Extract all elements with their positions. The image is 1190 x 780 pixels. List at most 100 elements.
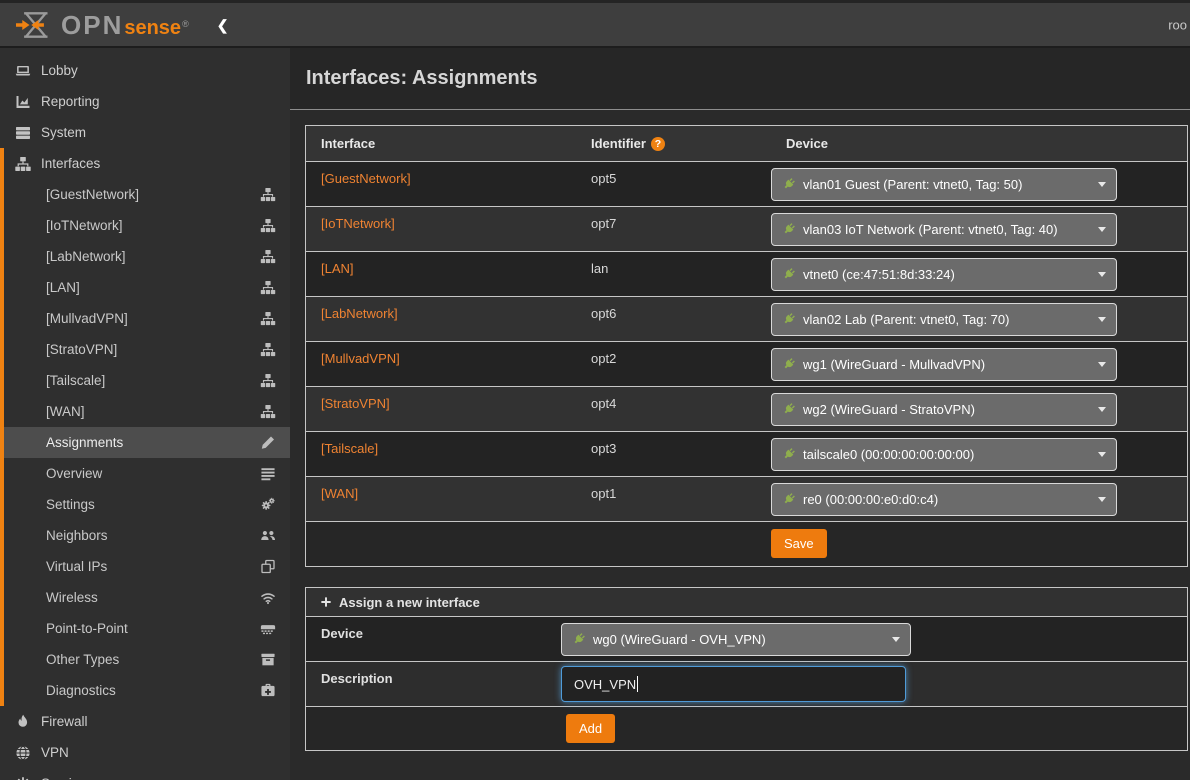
caret-down-icon bbox=[1098, 452, 1106, 457]
sidebar-item-overview[interactable]: Overview bbox=[0, 458, 290, 489]
sidebar-item-wireless[interactable]: Wireless bbox=[0, 582, 290, 613]
identifier-value: opt1 bbox=[576, 477, 771, 501]
device-select[interactable]: tailscale0 (00:00:00:00:00:00) bbox=[771, 438, 1117, 471]
page-header: Interfaces: Assignments bbox=[290, 48, 1190, 110]
sidebar-item-wan[interactable]: [WAN] bbox=[0, 396, 290, 427]
sidebar-item-labnetwork[interactable]: [LabNetwork] bbox=[0, 241, 290, 272]
sidebar-item-system[interactable]: System bbox=[0, 117, 290, 148]
gear-icon bbox=[14, 776, 32, 780]
sidebar-item-lobby[interactable]: Lobby bbox=[0, 55, 290, 86]
device-select[interactable]: wg2 (WireGuard - StratoVPN) bbox=[771, 393, 1117, 426]
sidebar-nav: Lobby Reporting System Interfaces [Guest… bbox=[0, 48, 290, 780]
interface-link[interactable]: [IoTNetwork] bbox=[321, 216, 395, 231]
description-label: Description bbox=[306, 662, 561, 686]
navbar-username[interactable]: roo bbox=[1168, 17, 1187, 32]
sidebar-item-diagnostics[interactable]: Diagnostics bbox=[0, 675, 290, 706]
caret-down-icon bbox=[1098, 182, 1106, 187]
description-input[interactable]: OVH_VPN bbox=[561, 666, 906, 702]
sitemap-icon bbox=[260, 342, 276, 357]
fire-icon bbox=[14, 714, 32, 730]
plug-icon bbox=[782, 312, 796, 326]
caret-down-icon bbox=[1098, 407, 1106, 412]
sidebar-item-settings[interactable]: Settings bbox=[0, 489, 290, 520]
globe-icon bbox=[14, 745, 32, 761]
sidebar-item-mullvadvpn[interactable]: [MullvadVPN] bbox=[0, 303, 290, 334]
sidebar-item-virtual-ips[interactable]: Virtual IPs bbox=[0, 551, 290, 582]
add-button[interactable]: Add bbox=[566, 714, 615, 743]
save-button[interactable]: Save bbox=[771, 529, 827, 558]
table-row: [LAN] lan vtnet0 (ce:47:51:8d:33:24) bbox=[306, 251, 1187, 296]
sitemap-icon bbox=[260, 218, 276, 233]
sidebar-item-lan[interactable]: [LAN] bbox=[0, 272, 290, 303]
interface-link[interactable]: [LAN] bbox=[321, 261, 354, 276]
opnsense-logo[interactable]: OPNsense® bbox=[0, 9, 189, 41]
help-icon[interactable]: ? bbox=[651, 137, 665, 151]
sidebar-item-iotnetwork[interactable]: [IoTNetwork] bbox=[0, 210, 290, 241]
clone-icon bbox=[260, 559, 276, 574]
plug-icon bbox=[782, 177, 796, 191]
identifier-value: opt3 bbox=[576, 432, 771, 456]
assign-new-interface-panel: Assign a new interface Device wg0 (WireG… bbox=[305, 587, 1188, 751]
plug-icon bbox=[572, 632, 586, 646]
device-select[interactable]: re0 (00:00:00:e0:d0:c4) bbox=[771, 483, 1117, 516]
sitemap-icon bbox=[260, 311, 276, 326]
sidebar-item-neighbors[interactable]: Neighbors bbox=[0, 520, 290, 551]
wifi-icon bbox=[260, 590, 276, 605]
sidebar-item-reporting[interactable]: Reporting bbox=[0, 86, 290, 117]
new-device-select[interactable]: wg0 (WireGuard - OVH_VPN) bbox=[561, 623, 911, 656]
table-row: [IoTNetwork] opt7 vlan03 IoT Network (Pa… bbox=[306, 206, 1187, 251]
identifier-value: opt4 bbox=[576, 387, 771, 411]
identifier-value: opt2 bbox=[576, 342, 771, 366]
device-select-value: vtnet0 (ce:47:51:8d:33:24) bbox=[803, 267, 955, 282]
device-select-value: vlan03 IoT Network (Parent: vtnet0, Tag:… bbox=[803, 222, 1058, 237]
text-cursor bbox=[637, 676, 638, 692]
sidebar-item-tailscale[interactable]: [Tailscale] bbox=[0, 365, 290, 396]
assign-panel-title: Assign a new interface bbox=[339, 595, 480, 610]
interface-link[interactable]: [LabNetwork] bbox=[321, 306, 398, 321]
interface-link[interactable]: [Tailscale] bbox=[321, 441, 378, 456]
table-row: [GuestNetwork] opt5 vlan01 Guest (Parent… bbox=[306, 161, 1187, 206]
device-select-value: re0 (00:00:00:e0:d0:c4) bbox=[803, 492, 938, 507]
laptop-icon bbox=[14, 63, 32, 79]
sidebar-item-assignments[interactable]: Assignments bbox=[0, 427, 290, 458]
column-header-interface: Interface bbox=[306, 136, 576, 151]
sidebar-item-label: Reporting bbox=[41, 94, 100, 109]
device-select[interactable]: wg1 (WireGuard - MullvadVPN) bbox=[771, 348, 1117, 381]
interface-link[interactable]: [WAN] bbox=[321, 486, 358, 501]
device-select[interactable]: vlan01 Guest (Parent: vtnet0, Tag: 50) bbox=[771, 168, 1117, 201]
caret-down-icon bbox=[1098, 362, 1106, 367]
sidebar-item-vpn[interactable]: VPN bbox=[0, 737, 290, 768]
page-title: Interfaces: Assignments bbox=[306, 67, 538, 90]
caret-down-icon bbox=[892, 637, 900, 642]
identifier-value: opt5 bbox=[576, 162, 771, 186]
sidebar-item-stratovpn[interactable]: [StratoVPN] bbox=[0, 334, 290, 365]
plus-icon bbox=[320, 596, 332, 608]
plug-icon bbox=[782, 357, 796, 371]
sidebar-item-services[interactable]: Services bbox=[0, 768, 290, 780]
device-select[interactable]: vlan02 Lab (Parent: vtnet0, Tag: 70) bbox=[771, 303, 1117, 336]
brand-text: OPNsense® bbox=[61, 12, 189, 38]
interface-link[interactable]: [MullvadVPN] bbox=[321, 351, 400, 366]
registered-mark: ® bbox=[182, 19, 189, 29]
sidebar-item-firewall[interactable]: Firewall bbox=[0, 706, 290, 737]
identifier-value: lan bbox=[576, 252, 771, 276]
assignments-table: Interface Identifier ? Device [GuestNetw… bbox=[305, 125, 1188, 567]
sidebar-item-point-to-point[interactable]: Point-to-Point bbox=[0, 613, 290, 644]
caret-down-icon bbox=[1098, 272, 1106, 277]
device-select[interactable]: vtnet0 (ce:47:51:8d:33:24) bbox=[771, 258, 1117, 291]
device-select-value: wg2 (WireGuard - StratoVPN) bbox=[803, 402, 975, 417]
top-navbar: OPNsense® ❮ roo bbox=[0, 0, 1190, 48]
save-row: Save bbox=[306, 521, 1187, 566]
interface-link[interactable]: [GuestNetwork] bbox=[321, 171, 411, 186]
device-select[interactable]: vlan03 IoT Network (Parent: vtnet0, Tag:… bbox=[771, 213, 1117, 246]
assign-panel-header: Assign a new interface bbox=[306, 588, 1187, 616]
plug-icon bbox=[782, 222, 796, 236]
sidebar-item-interfaces[interactable]: Interfaces bbox=[0, 148, 290, 179]
sidebar-collapse-icon[interactable]: ❮ bbox=[217, 18, 229, 32]
plug-icon bbox=[782, 492, 796, 506]
table-header-row: Interface Identifier ? Device bbox=[306, 126, 1187, 161]
interface-link[interactable]: [StratoVPN] bbox=[321, 396, 390, 411]
identifier-value: opt7 bbox=[576, 207, 771, 231]
sidebar-item-other-types[interactable]: Other Types bbox=[0, 644, 290, 675]
sidebar-item-guestnetwork[interactable]: [GuestNetwork] bbox=[0, 179, 290, 210]
